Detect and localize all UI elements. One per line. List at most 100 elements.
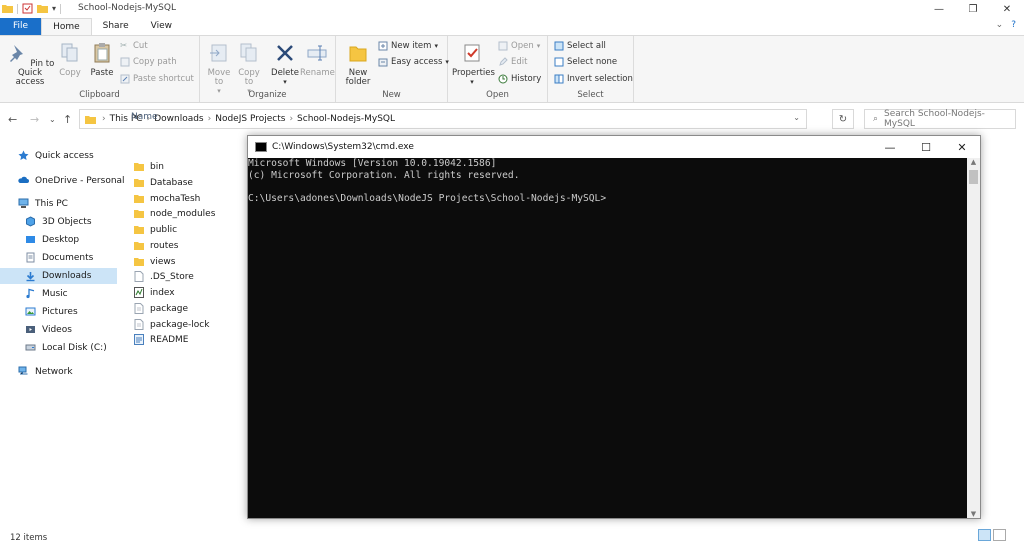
copy-path-button[interactable]: Copy path bbox=[120, 57, 177, 67]
picture-icon bbox=[25, 307, 36, 316]
file-row-mochatesh[interactable]: mochaTesh bbox=[134, 193, 200, 204]
folder-icon bbox=[134, 179, 144, 187]
pin-quick-access-button[interactable]: Pin to Quick access bbox=[4, 42, 56, 87]
file-row-database[interactable]: Database bbox=[134, 177, 193, 188]
network-icon bbox=[18, 366, 28, 375]
window-controls: — ❐ ✕ bbox=[922, 0, 1024, 18]
sidebar-item-downloads[interactable]: Downloads bbox=[0, 268, 117, 284]
delete-button[interactable]: Delete ▾ bbox=[270, 42, 300, 87]
select-all-button[interactable]: Select all bbox=[554, 41, 606, 51]
tab-file[interactable]: File bbox=[0, 18, 42, 35]
scroll-thumb[interactable] bbox=[969, 170, 978, 184]
console-output[interactable]: Microsoft Windows [Version 10.0.19042.15… bbox=[248, 158, 967, 518]
file-row-bin[interactable]: bin bbox=[134, 161, 164, 172]
sidebar-item-quick-access[interactable]: Quick access bbox=[18, 150, 94, 161]
close-button[interactable]: ✕ bbox=[990, 0, 1024, 18]
json-file-icon bbox=[134, 303, 144, 314]
cmd-minimize-button[interactable]: — bbox=[872, 136, 908, 158]
tab-share[interactable]: Share bbox=[92, 18, 140, 35]
cut-button[interactable]: ✂ Cut bbox=[120, 41, 148, 51]
sidebar-item-pictures[interactable]: Pictures bbox=[25, 306, 78, 317]
large-icons-view-icon[interactable] bbox=[993, 529, 1006, 541]
navigation-pane: Quick access OneDrive - Personal This PC… bbox=[0, 140, 125, 520]
edit-icon bbox=[499, 57, 508, 66]
breadcrumb-downloads[interactable]: Downloads bbox=[154, 114, 203, 124]
file-row-public[interactable]: public bbox=[134, 224, 177, 235]
json-file-icon bbox=[134, 319, 144, 330]
cmd-close-button[interactable]: ✕ bbox=[944, 136, 980, 158]
new-folder-icon bbox=[349, 46, 367, 62]
console-prompt: C:\Users\adones\Downloads\NodeJS Project… bbox=[248, 192, 607, 204]
sidebar-item-desktop[interactable]: Desktop bbox=[25, 234, 79, 245]
sidebar-item-network[interactable]: Network bbox=[18, 366, 73, 377]
column-header-name[interactable]: Name bbox=[131, 112, 158, 122]
copy-to-button[interactable]: Copy to ▾ bbox=[234, 42, 264, 96]
minimize-button[interactable]: — bbox=[922, 0, 956, 18]
help-icon[interactable]: ? bbox=[1011, 20, 1016, 30]
music-icon bbox=[26, 288, 35, 299]
sidebar-item-music[interactable]: Music bbox=[25, 288, 68, 299]
copy-path-icon bbox=[120, 57, 130, 67]
paste-button[interactable]: Paste bbox=[88, 42, 116, 78]
open-button[interactable]: Open ▾ bbox=[498, 41, 540, 51]
open-icon bbox=[498, 41, 508, 51]
breadcrumb-nodejs-projects[interactable]: NodeJS Projects bbox=[215, 114, 285, 124]
refresh-button[interactable]: ↻ bbox=[832, 109, 854, 129]
cmd-title-bar[interactable]: C:\Windows\System32\cmd.exe — ☐ ✕ bbox=[248, 136, 980, 158]
file-row-readme[interactable]: README bbox=[134, 334, 188, 345]
invert-selection-icon bbox=[554, 74, 564, 84]
scroll-down-icon[interactable]: ▼ bbox=[967, 510, 980, 518]
new-folder-button[interactable]: New folder bbox=[342, 42, 374, 87]
file-row-index[interactable]: index bbox=[134, 287, 175, 298]
js-file-icon bbox=[134, 287, 144, 298]
forward-arrow-icon[interactable]: → bbox=[30, 113, 39, 126]
details-view-icon[interactable] bbox=[978, 529, 991, 541]
customize-qat-icon[interactable]: ▾ bbox=[52, 4, 56, 13]
scroll-up-icon[interactable]: ▲ bbox=[967, 158, 980, 166]
file-row-ds-store[interactable]: .DS_Store bbox=[134, 271, 194, 282]
recent-locations-icon[interactable]: ⌄ bbox=[49, 115, 56, 124]
cube-icon bbox=[26, 216, 35, 227]
tab-home[interactable]: Home bbox=[41, 18, 92, 35]
sidebar-item-this-pc[interactable]: This PC bbox=[18, 198, 68, 209]
sidebar-item-3d-objects[interactable]: 3D Objects bbox=[25, 216, 92, 227]
select-none-button[interactable]: Select none bbox=[554, 57, 617, 67]
console-icon bbox=[255, 142, 267, 152]
properties-icon bbox=[464, 44, 480, 62]
edit-button[interactable]: Edit bbox=[498, 57, 527, 67]
sidebar-item-local-disk[interactable]: Local Disk (C:) bbox=[25, 342, 107, 353]
history-button[interactable]: History bbox=[498, 74, 541, 84]
copy-button[interactable]: Copy bbox=[56, 42, 84, 78]
breadcrumb-current-folder[interactable]: School-Nodejs-MySQL bbox=[297, 114, 395, 124]
file-row-package-lock[interactable]: package-lock bbox=[134, 319, 209, 330]
file-row-package[interactable]: package bbox=[134, 303, 188, 314]
new-folder-icon[interactable] bbox=[37, 3, 48, 14]
console-scrollbar[interactable]: ▲ ▼ bbox=[967, 158, 980, 518]
properties-button[interactable]: Properties ▾ bbox=[452, 42, 495, 87]
back-arrow-icon[interactable]: ← bbox=[8, 113, 17, 126]
rename-button[interactable]: Rename bbox=[300, 42, 335, 78]
tab-view[interactable]: View bbox=[140, 18, 183, 35]
paste-shortcut-button[interactable]: Paste shortcut bbox=[120, 74, 194, 84]
sidebar-item-videos[interactable]: Videos bbox=[25, 324, 72, 335]
search-box[interactable]: ⌕ Search School-Nodejs-MySQL bbox=[864, 109, 1016, 129]
chevron-down-icon[interactable]: ⌄ bbox=[793, 113, 800, 122]
up-arrow-icon[interactable]: ↑ bbox=[63, 113, 72, 126]
properties-icon[interactable] bbox=[22, 3, 33, 14]
new-item-button[interactable]: New item ▾ bbox=[378, 41, 438, 51]
invert-selection-button[interactable]: Invert selection bbox=[554, 74, 633, 84]
address-bar[interactable]: › This PC › Downloads › NodeJS Projects … bbox=[79, 109, 807, 129]
file-row-routes[interactable]: routes bbox=[134, 240, 178, 251]
search-icon: ⌕ bbox=[873, 114, 879, 124]
maximize-button[interactable]: ❐ bbox=[956, 0, 990, 18]
divider bbox=[17, 3, 18, 14]
sidebar-item-onedrive[interactable]: OneDrive - Personal bbox=[18, 175, 125, 186]
file-row-node-modules[interactable]: node_modules bbox=[134, 208, 215, 219]
folder-icon bbox=[134, 226, 144, 234]
chevron-down-icon[interactable]: ⌄ bbox=[996, 20, 1004, 30]
cmd-maximize-button[interactable]: ☐ bbox=[908, 136, 944, 158]
easy-access-button[interactable]: Easy access ▾ bbox=[378, 57, 449, 67]
file-row-views[interactable]: views bbox=[134, 256, 175, 267]
sidebar-item-documents[interactable]: Documents bbox=[25, 252, 93, 263]
move-to-button[interactable]: Move to ▾ bbox=[204, 42, 234, 96]
